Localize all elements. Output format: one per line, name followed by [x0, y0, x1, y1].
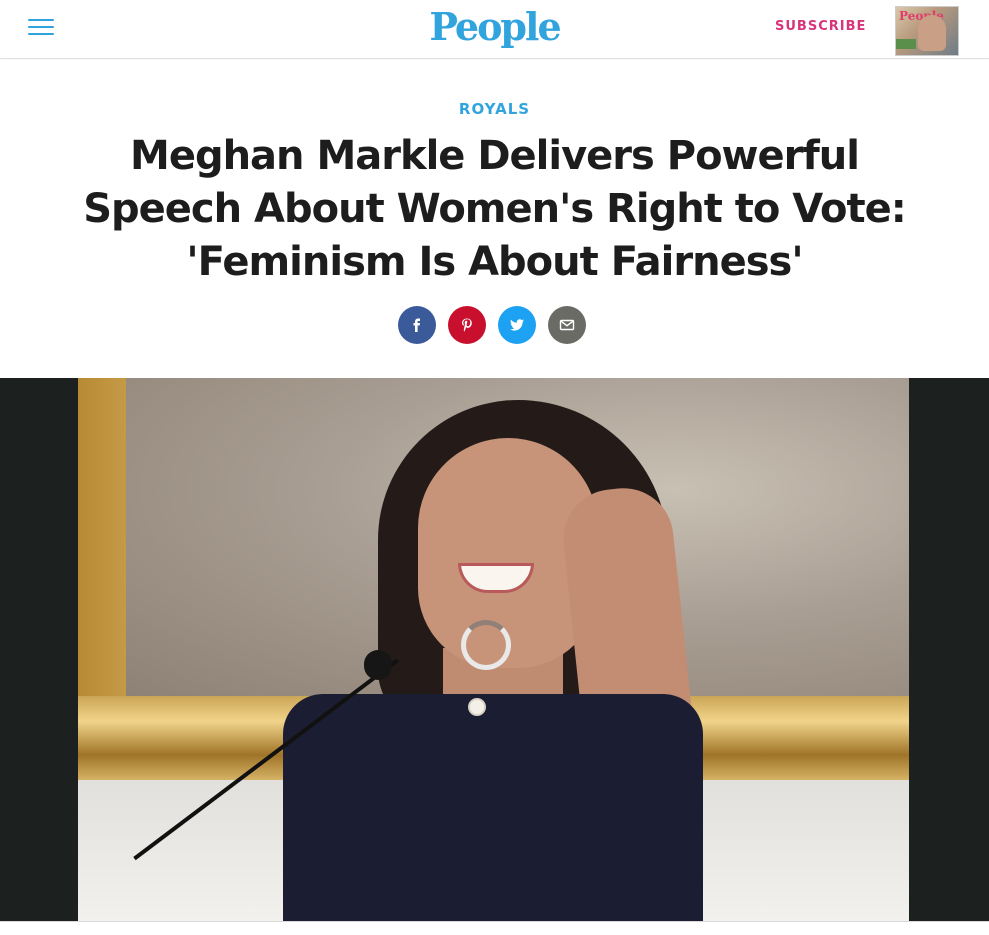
hero-image-container [0, 378, 989, 921]
twitter-icon [510, 319, 524, 331]
headline-line-1: Meghan Markle Delivers Powerful [130, 133, 860, 179]
cover-photo [918, 15, 946, 51]
hero-photo [78, 378, 909, 921]
site-header: People SUBSCRIBE People [0, 0, 989, 59]
loading-spinner-icon [461, 620, 511, 670]
page-bottom-edge [0, 921, 989, 935]
facebook-icon [413, 318, 420, 332]
subject-necklace [468, 698, 486, 716]
share-buttons [398, 306, 588, 346]
cover-band [896, 39, 916, 49]
facebook-share-button[interactable] [398, 306, 436, 344]
subject-dress [283, 694, 703, 921]
category-link[interactable]: ROYALS [0, 100, 989, 118]
pinterest-icon [462, 318, 472, 332]
microphone-icon [364, 650, 392, 680]
magazine-cover-thumbnail[interactable]: People [895, 6, 959, 56]
pinterest-share-button[interactable] [448, 306, 486, 344]
subscribe-link[interactable]: SUBSCRIBE [775, 19, 866, 34]
headline-line-2: Speech About Women's Right to Vote: [83, 186, 907, 232]
twitter-share-button[interactable] [498, 306, 536, 344]
article-header: ROYALS Meghan Markle Delivers Powerful S… [0, 60, 989, 378]
email-share-button[interactable] [548, 306, 586, 344]
headline-line-3: 'Feminism Is About Fairness' [186, 239, 803, 285]
article-headline: Meghan Markle Delivers Powerful Speech A… [20, 130, 969, 289]
email-icon [559, 319, 575, 331]
